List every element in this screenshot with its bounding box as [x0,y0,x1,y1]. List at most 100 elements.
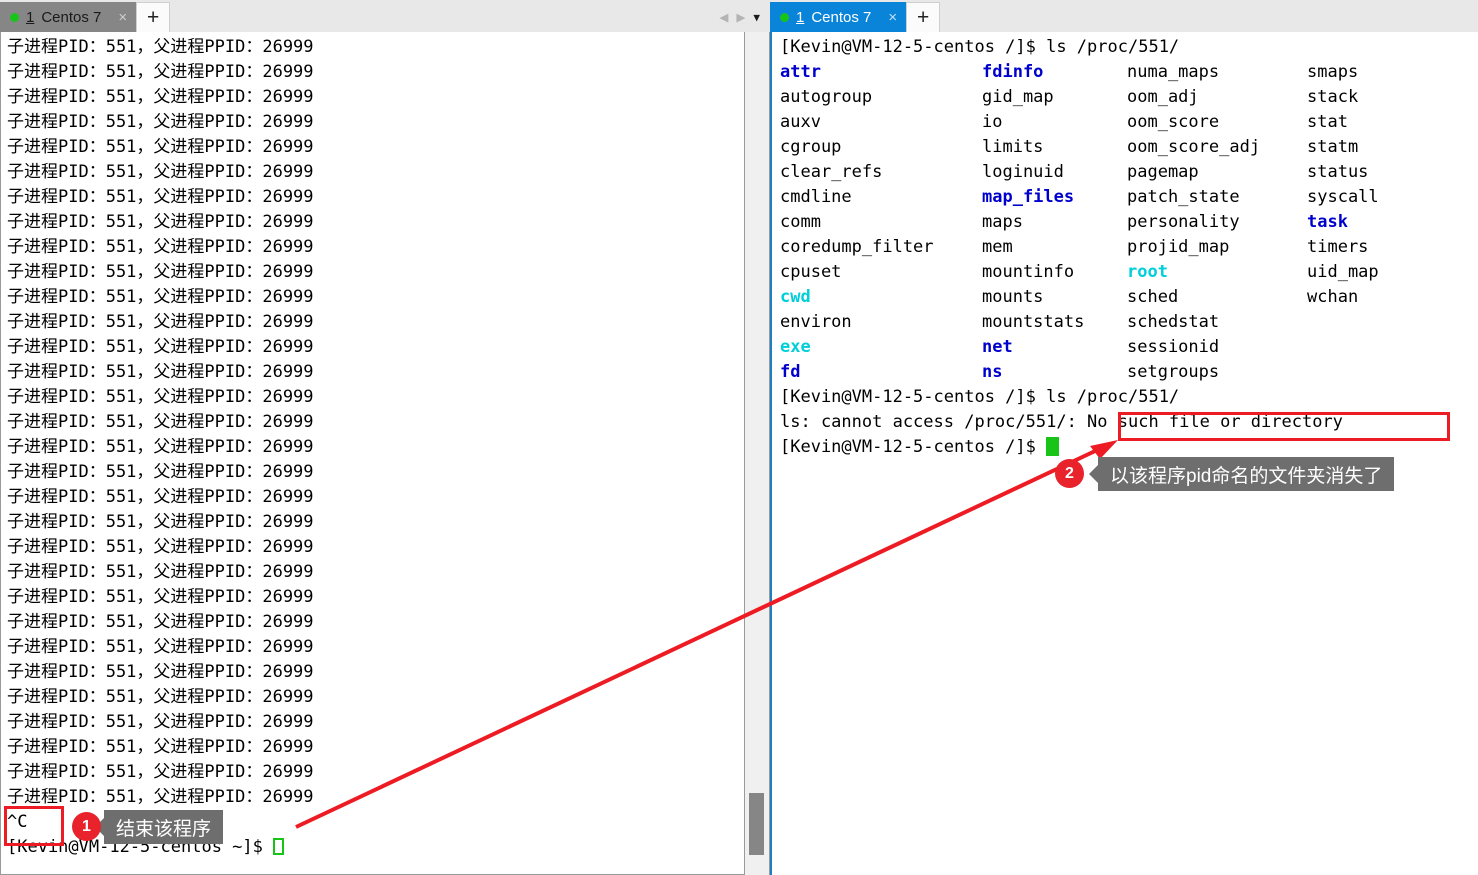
terminal-line: 子进程PID：551，父进程PPID：26999 [7,462,314,482]
listing-entry: cwd [780,287,811,307]
listing-entry: mountinfo [982,262,1075,282]
listing-entry: status [1307,162,1369,182]
terminal-listing-row: cmdline map_files patch_state syscall [780,185,1478,210]
terminal-line: 子进程PID：551，父进程PPID：26999 [7,587,314,607]
tab-centos-7-right[interactable]: 1 Centos 7 × [770,2,907,32]
terminal-listing-row: auxv io oom_score stat [780,110,1478,135]
tab-prev-icon[interactable]: ◀ [719,9,728,25]
left-terminal-pane[interactable]: 子进程PID：551，父进程PPID：26999 子进程PID：551，父进程PP… [0,32,745,875]
tab-centos-7-left[interactable]: 1 Centos 7 × [0,2,137,32]
listing-entry: limits [982,137,1044,157]
listing-entry: wchan [1307,287,1359,307]
terminal-line: 子进程PID：551，父进程PPID：26999 [7,787,314,807]
listing-entry: oom_adj [1127,87,1199,107]
listing-entry: pagemap [1127,162,1199,182]
terminal-line: 子进程PID：551，父进程PPID：26999 [7,87,314,107]
listing-entry: oom_score_adj [1127,137,1261,157]
listing-entry: setgroups [1127,362,1220,382]
terminal-listing-row: attr fdinfo numa_maps smaps [780,60,1478,85]
terminal-cursor [1046,437,1060,456]
terminal-listing-row: fd ns setgroups [780,360,1478,385]
listing-entry: mem [982,237,1013,257]
listing-entry: oom_score [1127,112,1220,132]
listing-entry: cpuset [780,262,842,282]
tab-bar-filler-right [940,2,1478,32]
listing-entry: mountstats [982,312,1085,332]
terminal-line: 子进程PID：551，父进程PPID：26999 [7,562,314,582]
listing-entry: numa_maps [1127,62,1220,82]
listing-entry: timers [1307,237,1369,257]
tab-title-label: Centos 7 [811,8,872,26]
terminal-listing-row: cgroup limits oom_score_adj statm [780,135,1478,160]
terminal-line: 子进程PID：551，父进程PPID：26999 [7,512,314,532]
terminal-line: 子进程PID：551，父进程PPID：26999 [7,537,314,557]
listing-entry: personality [1127,212,1240,232]
terminal-line: 子进程PID：551，父进程PPID：26999 [7,212,314,232]
left-tab-bar: 1 Centos 7 × + ◀ ▶ ▼ [0,0,770,32]
terminal-listing-row: exe net sessionid [780,335,1478,360]
terminal-line: 子进程PID：551，父进程PPID：26999 [7,237,314,257]
terminal-line: 子进程PID：551，父进程PPID：26999 [7,337,314,357]
right-terminal-pane[interactable]: [Kevin@VM-12-5-centos /]$ ls /proc/551/a… [770,32,1478,875]
terminal-line: 子进程PID：551，父进程PPID：26999 [7,287,314,307]
right-tab-bar: 1 Centos 7 × + [770,0,1478,32]
listing-entry: stack [1307,87,1359,107]
terminal-listing-row: coredump_filter mem projid_map timers [780,235,1478,260]
tab-next-icon[interactable]: ▶ [736,9,745,25]
listing-entry: coredump_filter [780,237,934,257]
chevron-down-icon[interactable]: ▼ [753,12,760,23]
terminal-line: 子进程PID：551，父进程PPID：26999 [7,487,314,507]
terminal-line: 子进程PID：551，父进程PPID：26999 [7,612,314,632]
listing-entry: mounts [982,287,1044,307]
left-terminal-scrollbar-thumb[interactable] [749,793,764,855]
left-terminal-scrollbar[interactable] [745,32,770,875]
listing-entry: sessionid [1127,337,1220,357]
close-icon[interactable]: × [888,9,897,26]
listing-entry: ns [982,362,1003,382]
listing-entry: statm [1307,137,1359,157]
highlight-box-interrupt [4,806,64,846]
listing-entry: autogroup [780,87,873,107]
close-icon[interactable]: × [118,9,127,26]
tab-title-label: Centos 7 [41,8,102,26]
status-dot-icon [10,12,19,22]
annotation-callout-1: 结束该程序 [94,810,224,844]
terminal-line: 子进程PID：551，父进程PPID：26999 [7,437,314,457]
terminal-line: 子进程PID：551，父进程PPID：26999 [7,387,314,407]
terminal-line: 子进程PID：551，父进程PPID：26999 [7,312,314,332]
terminal-cursor [273,838,285,855]
new-tab-button-left[interactable]: + [136,2,171,32]
listing-entry: stat [1307,112,1348,132]
terminal-line: 子进程PID：551，父进程PPID：26999 [7,62,314,82]
tab-index-label: 1 [26,8,35,26]
listing-entry: maps [982,212,1023,232]
terminal-line: 子进程PID：551，父进程PPID：26999 [7,162,314,182]
terminal-listing-row: autogroup gid_map oom_adj stack [780,85,1478,110]
listing-entry: comm [780,212,821,232]
listing-entry: cgroup [780,137,842,157]
listing-entry: root [1127,262,1168,282]
listing-entry: clear_refs [780,162,883,182]
right-terminal-output: [Kevin@VM-12-5-centos /]$ ls /proc/551/a… [772,32,1478,460]
terminal-line: 子进程PID：551，父进程PPID：26999 [7,37,314,57]
tab-index-label: 1 [796,8,805,26]
listing-entry: environ [780,312,852,332]
terminal-line: 子进程PID：551，父进程PPID：26999 [7,737,314,757]
highlight-box-error-message [1118,412,1450,441]
terminal-line: 子进程PID：551，父进程PPID：26999 [7,637,314,657]
terminal-line: 子进程PID：551，父进程PPID：26999 [7,137,314,157]
terminal-listing-row: clear_refs loginuid pagemap status [780,160,1478,185]
left-terminal-output: 子进程PID：551，父进程PPID：26999 子进程PID：551，父进程PP… [1,32,744,860]
listing-entry: cmdline [780,187,852,207]
listing-entry: projid_map [1127,237,1230,257]
terminal-line: 子进程PID：551，父进程PPID：26999 [7,187,314,207]
listing-entry: gid_map [982,87,1054,107]
listing-entry: task [1307,212,1348,232]
terminal-line: 子进程PID：551，父进程PPID：26999 [7,687,314,707]
tab-bar-filler-left [170,2,712,32]
terminal-line: 子进程PID：551，父进程PPID：26999 [7,262,314,282]
terminal-line: 子进程PID：551，父进程PPID：26999 [7,412,314,432]
annotation-badge-2: 2 [1055,459,1084,488]
listing-entry: uid_map [1307,262,1379,282]
new-tab-button-right[interactable]: + [906,2,941,32]
